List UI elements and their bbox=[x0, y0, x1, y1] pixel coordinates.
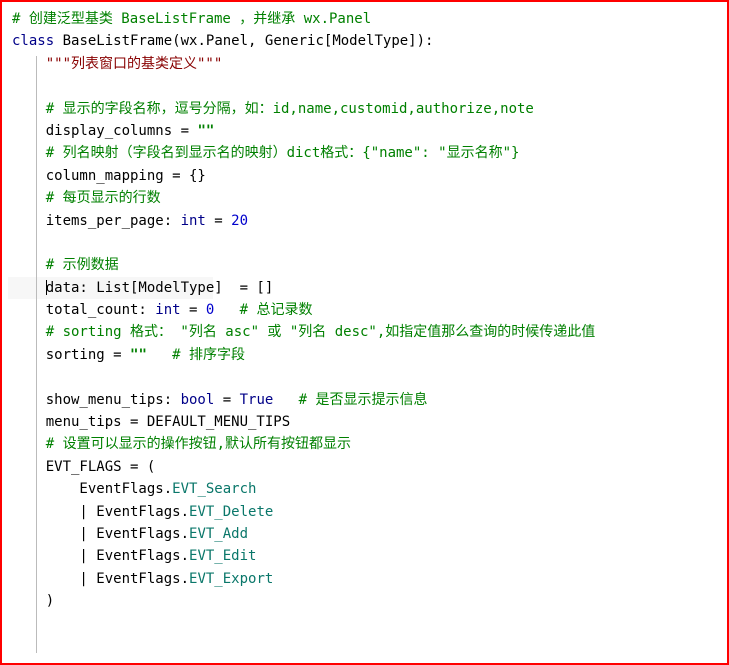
code-line: | EventFlags.EVT_Delete bbox=[12, 501, 717, 523]
code-line bbox=[12, 366, 717, 388]
code-line: """列表窗口的基类定义""" bbox=[12, 53, 717, 75]
code-line: items_per_page: int = 20 bbox=[12, 210, 717, 232]
code-block: # 创建泛型基类 BaseListFrame ，并继承 wx.Panelclas… bbox=[12, 8, 717, 613]
indent-guide bbox=[36, 56, 37, 653]
code-line: # 设置可以显示的操作按钮,默认所有按钮都显示 bbox=[12, 433, 717, 455]
code-line: # 显示的字段名称，逗号分隔，如：id,name,customid,author… bbox=[12, 98, 717, 120]
code-line: # 创建泛型基类 BaseListFrame ，并继承 wx.Panel bbox=[12, 8, 717, 30]
code-line: sorting = "" # 排序字段 bbox=[12, 344, 717, 366]
code-line: # 列名映射（字段名到显示名的映射）dict格式：{"name": "显示名称"… bbox=[12, 142, 717, 164]
code-line bbox=[12, 75, 717, 97]
code-line bbox=[12, 232, 717, 254]
code-line: EventFlags.EVT_Search bbox=[12, 478, 717, 500]
code-line: menu_tips = DEFAULT_MENU_TIPS bbox=[12, 411, 717, 433]
code-line: # 每页显示的行数 bbox=[12, 187, 717, 209]
code-line: # 示例数据 bbox=[12, 254, 717, 276]
code-line: show_menu_tips: bool = True # 是否显示提示信息 bbox=[12, 389, 717, 411]
code-line: data: List[ModelType] = [] bbox=[12, 277, 717, 299]
code-line: | EventFlags.EVT_Add bbox=[12, 523, 717, 545]
code-frame: # 创建泛型基类 BaseListFrame ，并继承 wx.Panelclas… bbox=[0, 0, 729, 665]
code-line: | EventFlags.EVT_Export bbox=[12, 568, 717, 590]
code-line: | EventFlags.EVT_Edit bbox=[12, 545, 717, 567]
code-line: class BaseListFrame(wx.Panel, Generic[Mo… bbox=[12, 30, 717, 52]
code-line: EVT_FLAGS = ( bbox=[12, 456, 717, 478]
code-line: column_mapping = {} bbox=[12, 165, 717, 187]
code-line: display_columns = "" bbox=[12, 120, 717, 142]
code-line: # sorting 格式： "列名 asc" 或 "列名 desc",如指定值那… bbox=[12, 321, 717, 343]
code-line: ) bbox=[12, 590, 717, 612]
code-line: total_count: int = 0 # 总记录数 bbox=[12, 299, 717, 321]
